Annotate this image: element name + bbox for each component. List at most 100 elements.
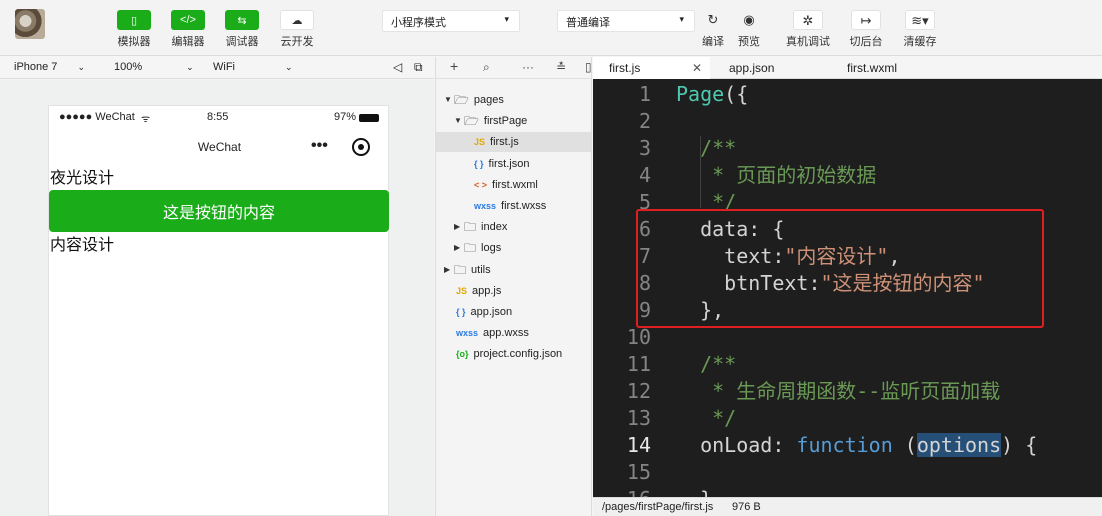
debug-icon: ⇆ [225, 10, 259, 30]
close-capsule-button[interactable] [352, 138, 370, 156]
zoom-value: 100% [114, 61, 143, 73]
code-text: * 页面的初始数据 [676, 163, 877, 187]
tree-item-label: app.json [470, 306, 513, 318]
tree-item-label: app.js [472, 284, 502, 297]
page-content: 夜光设计 这是按钮的内容 内容设计 [49, 168, 389, 255]
tree-item-firstPage[interactable]: ▼ 🗁 firstPage [436, 111, 591, 131]
line-number: 3 [638, 136, 651, 160]
more-icon[interactable]: ··· [522, 60, 534, 74]
collapse-icon[interactable]: ≛ [556, 60, 566, 74]
editor-button[interactable]: </> 编辑器 [164, 10, 212, 49]
code-editor[interactable]: 1 Page({2 3 /** 4 * 页面的初始数据 5 */6 data: {7 t… [593, 79, 1102, 497]
indent-guide [700, 136, 701, 208]
device-select[interactable]: iPhone 7 ⌄ [14, 61, 85, 73]
json-file-icon: { } [456, 307, 466, 317]
chevron-down-icon[interactable]: ▼ [444, 90, 454, 110]
wifi-icon: ᯤ [141, 114, 151, 125]
volume-icon[interactable]: ◁ [393, 60, 402, 74]
cloud-dev-label: 云开发 [280, 36, 314, 48]
code-line: 11 /** [593, 351, 1102, 378]
mode-select[interactable]: 小程序模式 ▾ [382, 10, 520, 32]
tree-item-label: project.config.json [473, 348, 563, 361]
tab-app-json[interactable]: app.json [713, 57, 774, 79]
content-button[interactable]: 这是按钮的内容 [49, 190, 389, 232]
network-select[interactable]: WiFi ⌄ [213, 61, 293, 73]
tab-first-wxml[interactable]: first.wxml [831, 57, 897, 79]
tree-item-project-config-json[interactable]: {o} project.config.json [436, 344, 591, 364]
page-title-text: 夜光设计 [50, 168, 115, 187]
tab-first-js[interactable]: first.js ✕ [593, 57, 710, 79]
json-file-icon: { } [474, 158, 484, 169]
chevron-right-icon[interactable]: ▶ [444, 260, 454, 280]
tree-item-pages[interactable]: ▼ 🗁 pages [436, 90, 591, 110]
remote-debug-button[interactable]: ✲ 真机调试 [784, 10, 832, 49]
layers-icon: ≋▾ [905, 10, 935, 30]
window-icon[interactable]: ⧉ [414, 60, 423, 75]
avatar[interactable] [15, 9, 45, 39]
code-text: /** [676, 352, 737, 376]
compile-label: 编译 [702, 36, 724, 48]
add-icon[interactable]: + [450, 58, 458, 74]
tree-item-index[interactable]: ▶ 🗀 index [436, 217, 591, 237]
tree-item-logs[interactable]: ▶ 🗀 logs [436, 238, 591, 258]
line-number: 16 [593, 486, 651, 497]
compile-button[interactable]: ↻ 编译 [701, 10, 725, 49]
tree-item-first-js[interactable]: JS first.js [436, 132, 591, 153]
chevron-down-icon[interactable]: ▼ [454, 111, 464, 131]
code-text: */ [676, 406, 737, 430]
nav-bar: WeChat ••• [49, 128, 388, 168]
simulator-button[interactable]: ▯ 模拟器 [110, 10, 158, 49]
search-icon[interactable]: ⌕ [483, 60, 490, 75]
remote-debug-label: 真机调试 [786, 36, 830, 48]
tree-item-utils[interactable]: ▶ 🗀 utils [436, 260, 591, 280]
code-line: 1 Page({ [593, 81, 1102, 108]
tree-item-app-json[interactable]: { } app.json [436, 302, 591, 322]
tree-item-label: firstPage [483, 115, 528, 128]
line-number: 10 [626, 325, 651, 349]
line-number: 13 [626, 406, 651, 430]
cloud-icon: ☁ [280, 10, 314, 30]
annotation-highlight-box [636, 209, 1044, 328]
tree-item-label: first.js [490, 136, 519, 149]
split-icon[interactable]: ▯ [585, 60, 592, 74]
code-line: 4 * 页面的初始数据 [593, 162, 1102, 189]
editor-status-bar: /pages/firstPage/first.js 976 B [593, 497, 1102, 516]
preview-button[interactable]: ◉ 预览 [737, 10, 761, 49]
tree-item-first-wxss[interactable]: wxss first.wxss [436, 196, 591, 216]
clear-cache-label: 清缓存 [903, 36, 937, 48]
line-number: 2 [638, 109, 651, 133]
js-file-icon: JS [456, 285, 468, 296]
explorer-toolbar: + ⌕ ··· ≛ ▯ [436, 57, 592, 79]
chevron-right-icon[interactable]: ▶ [454, 238, 464, 258]
carrier-text: ●●●●● WeChat [59, 111, 135, 123]
clear-cache-button[interactable]: ≋▾ 清缓存 [898, 10, 942, 49]
close-icon[interactable]: ✕ [692, 57, 702, 79]
editor-label: 编辑器 [171, 36, 205, 48]
code-text: }, [676, 486, 724, 497]
debugger-button[interactable]: ⇆ 调试器 [218, 10, 266, 49]
background-button[interactable]: ↦ 切后台 [844, 10, 888, 49]
compile-select[interactable]: 普通编译 ▾ [557, 10, 695, 32]
wxss-file-icon: wxss [456, 328, 479, 339]
network-value: WiFi [213, 61, 235, 73]
code-text: onLoad: function (options) { [676, 433, 1038, 457]
chevron-right-icon[interactable]: ▶ [454, 217, 464, 237]
line-number: 12 [626, 379, 651, 403]
tree-item-app-wxss[interactable]: wxss app.wxss [436, 323, 591, 343]
line-number: 11 [626, 352, 651, 376]
folder-icon: 🗀 [464, 241, 477, 256]
code-line: 13 */ [593, 405, 1102, 432]
wxss-file-icon: wxss [474, 201, 497, 211]
tree-item-first-wxml[interactable]: < > first.wxml [436, 175, 591, 195]
tree-item-first-json[interactable]: { } first.json [436, 154, 591, 174]
tab-label: first.js [609, 61, 641, 75]
compile-select-value: 普通编译 [566, 17, 610, 29]
zoom-select[interactable]: 100% ⌄ [114, 61, 194, 73]
code-icon: </> [171, 10, 205, 30]
main-toolbar: ▯ 模拟器 </> 编辑器 ⇆ 调试器 ☁ 云开发 小程序模式 ▾ 普通编译 ▾… [0, 0, 1102, 56]
folder-icon: 🗁 [464, 114, 479, 129]
more-menu-button[interactable]: ••• [311, 137, 328, 155]
cloud-dev-button[interactable]: ☁ 云开发 [273, 10, 321, 49]
chevron-down-icon: ▾ [504, 14, 509, 24]
tree-item-app-js[interactable]: JS app.js [436, 281, 591, 301]
